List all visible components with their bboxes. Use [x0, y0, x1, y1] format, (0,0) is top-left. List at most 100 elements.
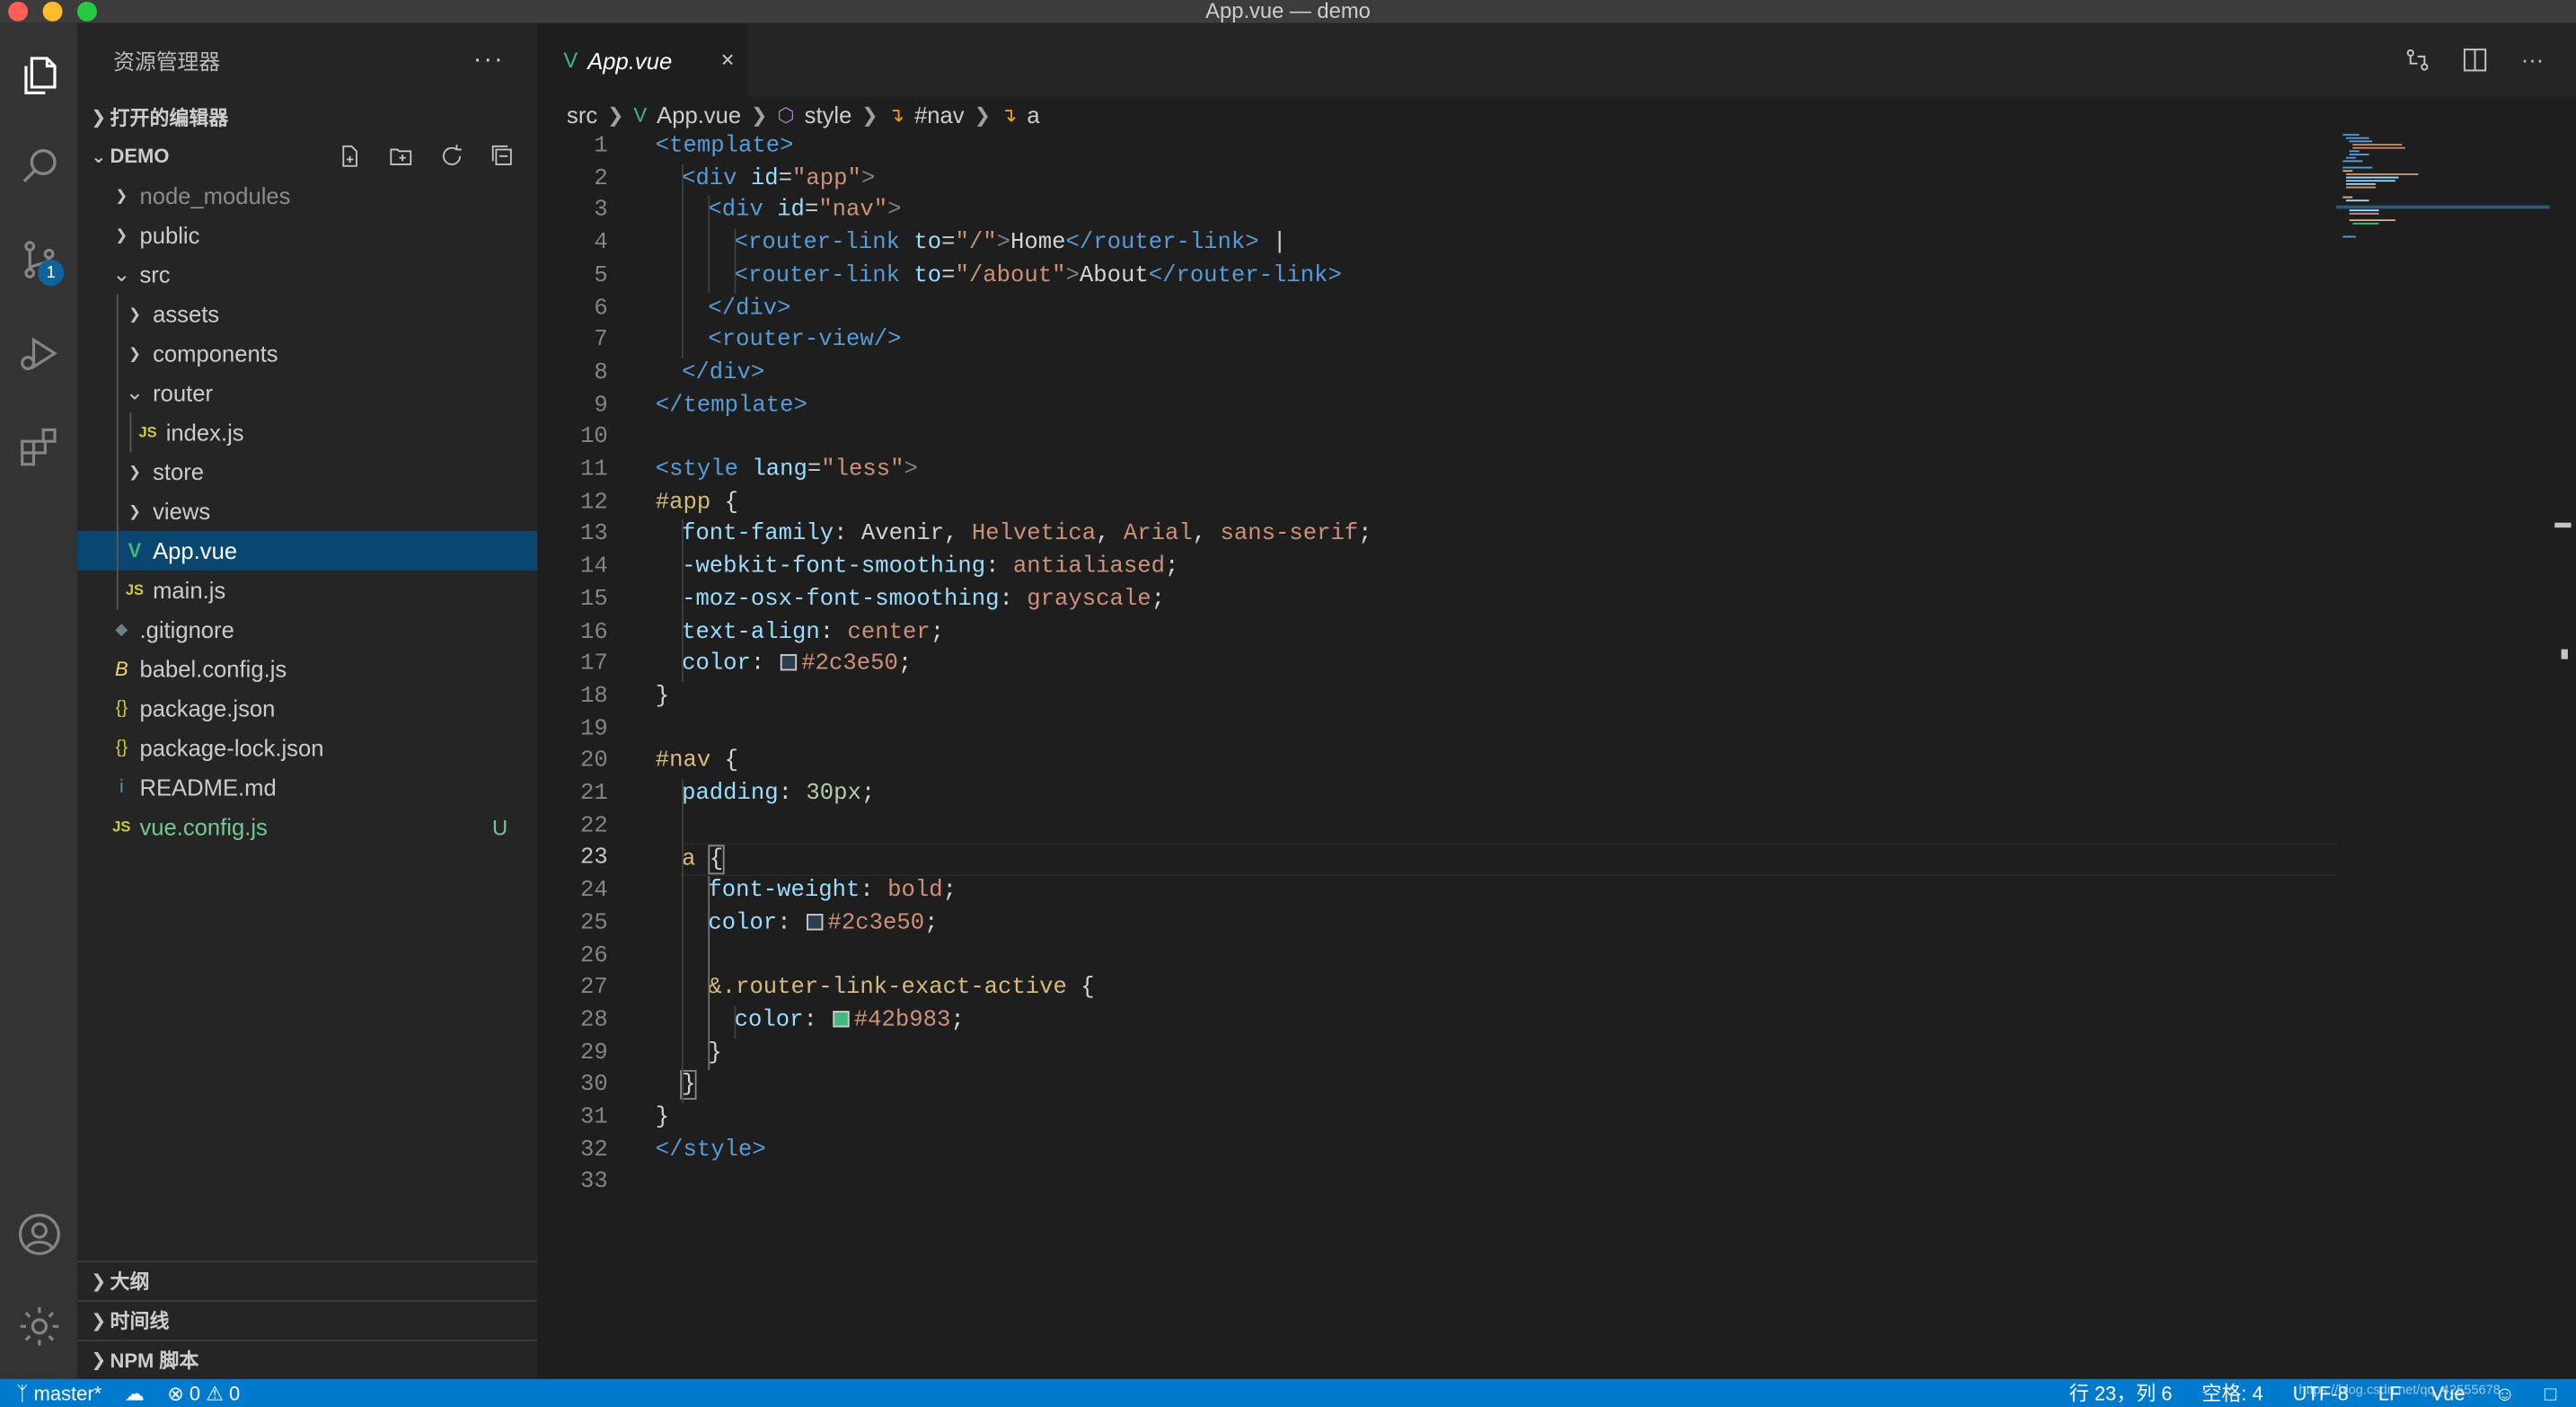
breadcrumb-file[interactable]: App.vue: [657, 102, 741, 128]
code-token: &.router-link-exact-active: [708, 975, 1067, 1002]
tree-item[interactable]: ❯ public: [77, 216, 537, 255]
color-swatch[interactable]: [833, 1010, 850, 1028]
cursor-position[interactable]: 行 23，列 6: [2069, 1379, 2173, 1407]
tree-item-label: components: [153, 340, 278, 367]
timeline-label: 时间线: [110, 1310, 170, 1333]
tree-item[interactable]: ❯ views: [77, 491, 537, 531]
breadcrumb-nav[interactable]: #nav: [914, 102, 965, 128]
new-folder-icon[interactable]: [388, 143, 422, 169]
js-file-icon: JS: [138, 423, 157, 441]
code-token: color: [682, 650, 751, 678]
tree-item[interactable]: JS main.js: [77, 570, 537, 610]
tree-item-label: src: [139, 261, 171, 288]
breadcrumb-style[interactable]: style: [805, 102, 852, 128]
close-window-button[interactable]: [8, 1, 29, 22]
more-actions-icon[interactable]: ···: [473, 45, 505, 75]
extensions-activity[interactable]: [0, 414, 77, 480]
chevron-right-icon: ❯: [115, 226, 128, 243]
tree-item[interactable]: JS vue.config.js U: [77, 807, 537, 846]
tree-item[interactable]: ❯ components: [77, 333, 537, 374]
indent-guide: [734, 228, 737, 295]
code-token: antialiased: [1012, 553, 1165, 580]
open-editors-label: 打开的编辑器: [110, 105, 229, 129]
breadcrumb-a[interactable]: a: [1027, 102, 1039, 128]
new-file-icon[interactable]: [337, 143, 371, 169]
code-token: <div: [708, 198, 763, 225]
code-token: #app: [655, 489, 711, 516]
manage-activity[interactable]: [0, 1294, 77, 1359]
tree-item[interactable]: Bbabel.config.js: [77, 650, 537, 689]
tree-item-label: package.json: [139, 695, 276, 722]
minimap[interactable]: [2335, 131, 2550, 1380]
code-token: <router-link: [734, 262, 901, 289]
color-swatch[interactable]: [806, 913, 824, 931]
code-token: padding: [682, 780, 779, 808]
split-editor-icon[interactable]: [2461, 46, 2489, 74]
line-number: 10: [580, 424, 608, 451]
minimize-window-button[interactable]: [42, 1, 63, 22]
close-icon[interactable]: ×: [721, 46, 735, 72]
color-swatch[interactable]: [780, 654, 797, 671]
code-token: </style>: [655, 1137, 766, 1164]
tree-item[interactable]: i README.md: [77, 767, 537, 807]
tree-item[interactable]: ⌄ router: [77, 373, 537, 413]
code-token: <style: [655, 456, 739, 483]
tree-item[interactable]: {} package.json: [77, 689, 537, 729]
breadcrumb-src[interactable]: src: [567, 102, 597, 128]
accounts-activity[interactable]: [0, 1201, 77, 1267]
tab-app-vue[interactable]: V App.vue ×: [537, 22, 748, 97]
tree-item-label: babel.config.js: [139, 655, 287, 683]
problems-status[interactable]: ⊗ 0 ⚠ 0: [167, 1382, 240, 1405]
code-line: </div>: [537, 358, 2336, 391]
source-control-activity[interactable]: 1: [0, 226, 77, 292]
indent-guide: [682, 779, 684, 1103]
open-changes-icon[interactable]: [2404, 46, 2431, 74]
tree-item[interactable]: JS index.js: [77, 412, 537, 453]
code-line: #app {: [655, 489, 739, 516]
chevron-down-icon: ⌄: [112, 261, 131, 287]
indentation-status[interactable]: 空格: 4: [2201, 1379, 2263, 1407]
tree-indent-guide: [116, 452, 119, 491]
tree-item-label: main.js: [153, 577, 226, 604]
search-activity[interactable]: [0, 133, 77, 199]
maximize-window-button[interactable]: [76, 1, 97, 22]
tree-item[interactable]: {} package-lock.json: [77, 728, 537, 767]
npm-scripts-label: NPM 脚本: [110, 1349, 199, 1373]
open-editors-section[interactable]: ❯ 打开的编辑器: [77, 97, 537, 137]
scrollbar-marker[interactable]: [2561, 649, 2568, 659]
code-line: <div id="app">: [682, 165, 876, 192]
more-actions-icon[interactable]: ···: [2519, 46, 2546, 74]
refresh-icon[interactable]: [438, 143, 472, 169]
explorer-sidebar: 资源管理器 ··· ❯ 打开的编辑器 ⌄ DEMO ❯ node_modules ❯ p…: [76, 22, 538, 1379]
code-token: id: [750, 165, 779, 192]
code-line: <template>: [537, 131, 2336, 164]
notifications-icon[interactable]: □: [2545, 1382, 2556, 1405]
gear-icon: [19, 1306, 58, 1346]
scrollbar-marker[interactable]: [2554, 522, 2572, 528]
outline-section[interactable]: ❯ 大纲: [76, 1261, 538, 1300]
tree-indent-guide: [116, 491, 119, 531]
symbol-class-icon: ↴: [1000, 103, 1018, 127]
npm-scripts-section[interactable]: ❯ NPM 脚本: [76, 1339, 538, 1379]
indent-guide: [708, 876, 710, 1071]
run-debug-activity[interactable]: [0, 321, 77, 386]
tree-item[interactable]: ❯ store: [77, 452, 537, 491]
workspace-section[interactable]: ⌄ DEMO: [77, 137, 537, 176]
code-token: text-align: [682, 618, 820, 646]
tree-item[interactable]: ❯ node_modules: [77, 176, 537, 216]
tree-item[interactable]: ◆ .gitignore: [77, 610, 537, 650]
collapse-all-icon[interactable]: [490, 143, 524, 169]
code-line: color: #2c3e50;: [682, 650, 913, 678]
sync-icon[interactable]: ☁: [125, 1382, 145, 1405]
gutter-line: 22: [537, 811, 2336, 844]
tree-item[interactable]: V App.vue: [76, 530, 538, 571]
tree-item[interactable]: ⌄ src: [77, 255, 537, 295]
tree-item[interactable]: ❯ assets: [77, 294, 537, 334]
timeline-section[interactable]: ❯ 时间线: [76, 1300, 538, 1340]
vue-file-icon: V: [633, 103, 648, 127]
code-line: -webkit-font-smoothing: antialiased;: [682, 553, 1179, 580]
code-editor[interactable]: 1 2 3 4 5 6 7 8 9 10 11 12 13 14 15 16 17 18 19 20 21 22 23 24 2…: [537, 131, 2336, 1380]
explorer-activity[interactable]: [0, 43, 77, 109]
branch-status[interactable]: ᛉ master*: [16, 1382, 101, 1405]
code-token: #nav: [655, 748, 711, 775]
